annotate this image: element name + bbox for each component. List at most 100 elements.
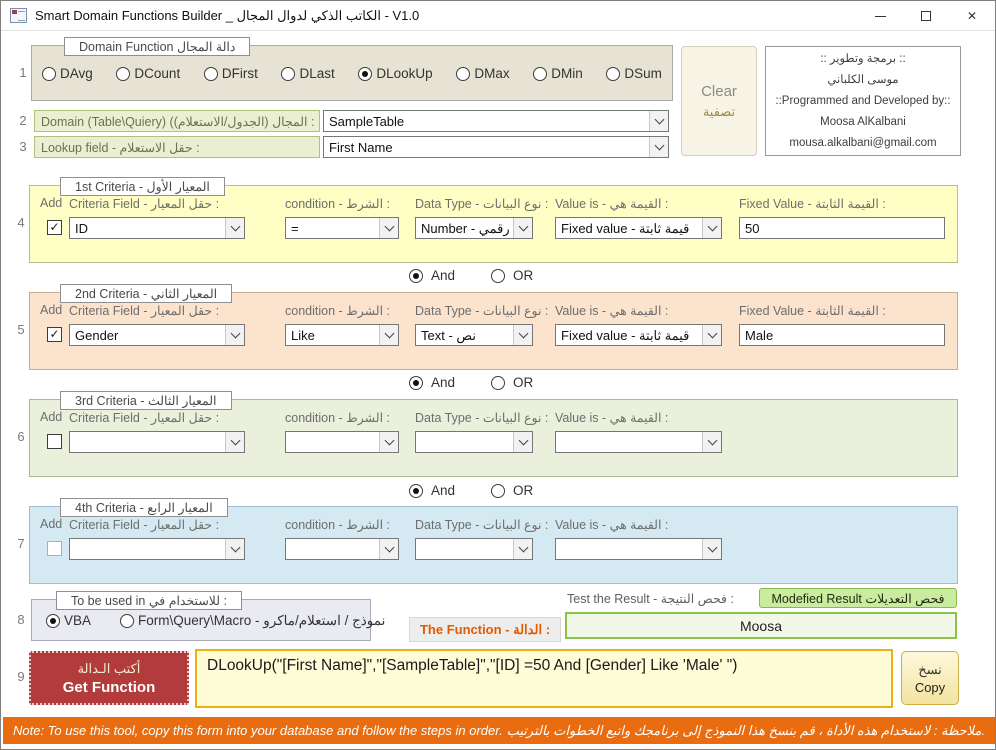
condition-label: condition - الشرط : xyxy=(285,304,390,318)
credits-line: ::Programmed and Developed by:: xyxy=(775,95,951,107)
criteria-2-field-combo[interactable]: Gender xyxy=(69,324,245,346)
criteria-4-value-combo[interactable] xyxy=(555,538,722,560)
chevron-down-icon[interactable] xyxy=(513,539,532,559)
chevron-down-icon[interactable] xyxy=(379,539,398,559)
radio-davg[interactable]: DAvg xyxy=(42,66,93,81)
chevron-down-icon[interactable] xyxy=(513,432,532,452)
radio-selected-icon xyxy=(358,66,373,81)
note-text-ar: ملاحظة : لاستخدام هذه الأداة ، قم بنسخ ه… xyxy=(506,722,985,738)
operator-2: And OR xyxy=(409,374,561,391)
chevron-down-icon[interactable] xyxy=(649,111,668,131)
radio-icon xyxy=(203,66,218,81)
add-label: Add xyxy=(40,303,63,317)
function-output-box[interactable]: DLookUp("[First Name]","[SampleTable]","… xyxy=(195,649,893,708)
operator-1: And OR xyxy=(409,267,561,284)
lookup-field-combo[interactable]: First Name xyxy=(323,136,669,158)
domain-function-options: DAvg DCount DFirst DLast DLookUp DMax DM… xyxy=(42,66,662,81)
test-result-label: Test the Result - فحص النتيجة : xyxy=(567,592,734,606)
or-radio[interactable] xyxy=(491,375,506,390)
criteria-1-add-checkbox[interactable]: ✓ xyxy=(47,220,62,235)
chevron-down-icon[interactable] xyxy=(225,432,244,452)
step-number-9: 9 xyxy=(17,669,25,684)
and-radio[interactable] xyxy=(409,268,423,283)
chevron-down-icon[interactable] xyxy=(225,325,244,345)
criteria-3-add-checkbox[interactable] xyxy=(47,434,62,449)
maximize-button[interactable] xyxy=(903,1,949,31)
criteria-3-condition-combo[interactable] xyxy=(285,431,399,453)
criteria-2-fixed-value-input[interactable]: Male xyxy=(739,324,945,346)
criteria-4-field-combo[interactable] xyxy=(69,538,245,560)
chevron-down-icon[interactable] xyxy=(225,539,244,559)
criteria-2-tab: 2nd Criteria - المعيار الثاني xyxy=(60,284,233,303)
credits-line: موسى الكلباني xyxy=(827,74,899,86)
chevron-down-icon[interactable] xyxy=(513,325,532,345)
data-type-label: Data Type - نوع البيانات : xyxy=(415,518,549,532)
minimize-button[interactable] xyxy=(857,1,903,31)
domain-function-group: Domain Function دالة المجال DAvg DCount … xyxy=(31,37,673,101)
criteria-4-condition-combo[interactable] xyxy=(285,538,399,560)
criteria-4-add-checkbox[interactable] xyxy=(47,541,62,556)
chevron-down-icon[interactable] xyxy=(379,325,398,345)
radio-vba[interactable]: VBA xyxy=(46,613,91,628)
chevron-down-icon[interactable] xyxy=(702,432,721,452)
radio-form-query-macro[interactable]: Form\Query\Macro - نموذج / استعلام/ماكرو xyxy=(120,613,385,629)
radio-dcount[interactable]: DCount xyxy=(116,66,180,81)
criteria-1-datatype-combo[interactable]: Number - رقمي xyxy=(415,217,533,239)
data-type-label: Data Type - نوع البيانات : xyxy=(415,304,549,318)
criteria-3-value-combo[interactable] xyxy=(555,431,722,453)
domain-combo[interactable]: SampleTable xyxy=(323,110,669,132)
modified-result-button[interactable]: Modefied Result فحص التعديلات xyxy=(759,588,957,608)
chevron-down-icon[interactable] xyxy=(379,218,398,238)
chevron-down-icon[interactable] xyxy=(702,539,721,559)
radio-dlast[interactable]: DLast xyxy=(281,66,335,81)
or-radio[interactable] xyxy=(491,268,506,283)
radio-dfirst[interactable]: DFirst xyxy=(203,66,258,81)
used-in-group-label: To be used in للاستخدام في : xyxy=(56,591,243,610)
radio-dlookup[interactable]: DLookUp xyxy=(358,66,433,81)
chevron-down-icon[interactable] xyxy=(702,325,721,345)
result-box: Moosa xyxy=(565,612,957,639)
radio-icon xyxy=(281,66,296,81)
criteria-2-add-checkbox[interactable]: ✓ xyxy=(47,327,62,342)
app-icon xyxy=(10,8,27,23)
chevron-down-icon[interactable] xyxy=(225,218,244,238)
criteria-1-fixed-value-input[interactable]: 50 xyxy=(739,217,945,239)
and-radio[interactable] xyxy=(409,483,423,498)
close-icon: ✕ xyxy=(966,9,978,23)
criteria-2-condition-combo[interactable]: Like xyxy=(285,324,399,346)
radio-icon xyxy=(120,614,134,628)
criteria-field-label: Criteria Field - حقل المعيار : xyxy=(69,411,220,425)
chevron-down-icon[interactable] xyxy=(649,137,668,157)
radio-icon xyxy=(533,66,548,81)
radio-icon xyxy=(456,66,471,81)
domain-label: Domain (Table\Quiery) (المجال (الجدول/ال… xyxy=(34,110,320,132)
criteria-1-field-combo[interactable]: ID xyxy=(69,217,245,239)
criteria-2-datatype-combo[interactable]: Text - نص xyxy=(415,324,533,346)
radio-dmin[interactable]: DMin xyxy=(533,66,583,81)
close-button[interactable]: ✕ xyxy=(949,1,995,31)
criteria-4-tab: 4th Criteria - المعيار الرابع xyxy=(60,498,228,517)
criteria-2-value-combo[interactable]: Fixed value - قيمة ثابتة xyxy=(555,324,722,346)
chevron-down-icon[interactable] xyxy=(702,218,721,238)
chevron-down-icon[interactable] xyxy=(379,432,398,452)
and-radio[interactable] xyxy=(409,375,423,390)
clear-button[interactable]: Clear تصفية xyxy=(681,46,757,156)
data-type-label: Data Type - نوع البيانات : xyxy=(415,411,549,425)
or-radio[interactable] xyxy=(491,483,506,498)
copy-button[interactable]: نسخ Copy xyxy=(901,651,959,705)
criteria-3-field-combo[interactable] xyxy=(69,431,245,453)
domain-function-group-label: Domain Function دالة المجال xyxy=(64,37,251,56)
step-number-7: 7 xyxy=(17,536,25,551)
radio-dmax[interactable]: DMax xyxy=(456,66,510,81)
add-label: Add xyxy=(40,410,63,424)
get-function-button[interactable]: أكتب الـدالة Get Function xyxy=(29,651,189,705)
radio-dsum[interactable]: DSum xyxy=(606,66,662,81)
criteria-1-condition-combo[interactable]: = xyxy=(285,217,399,239)
criteria-4-datatype-combo[interactable] xyxy=(415,538,533,560)
chevron-down-icon[interactable] xyxy=(513,218,532,238)
add-label: Add xyxy=(40,517,63,531)
criteria-3-datatype-combo[interactable] xyxy=(415,431,533,453)
step-number-4: 4 xyxy=(17,215,25,230)
criteria-1-value-combo[interactable]: Fixed value - قيمة ثابتة xyxy=(555,217,722,239)
step-number-6: 6 xyxy=(17,429,25,444)
